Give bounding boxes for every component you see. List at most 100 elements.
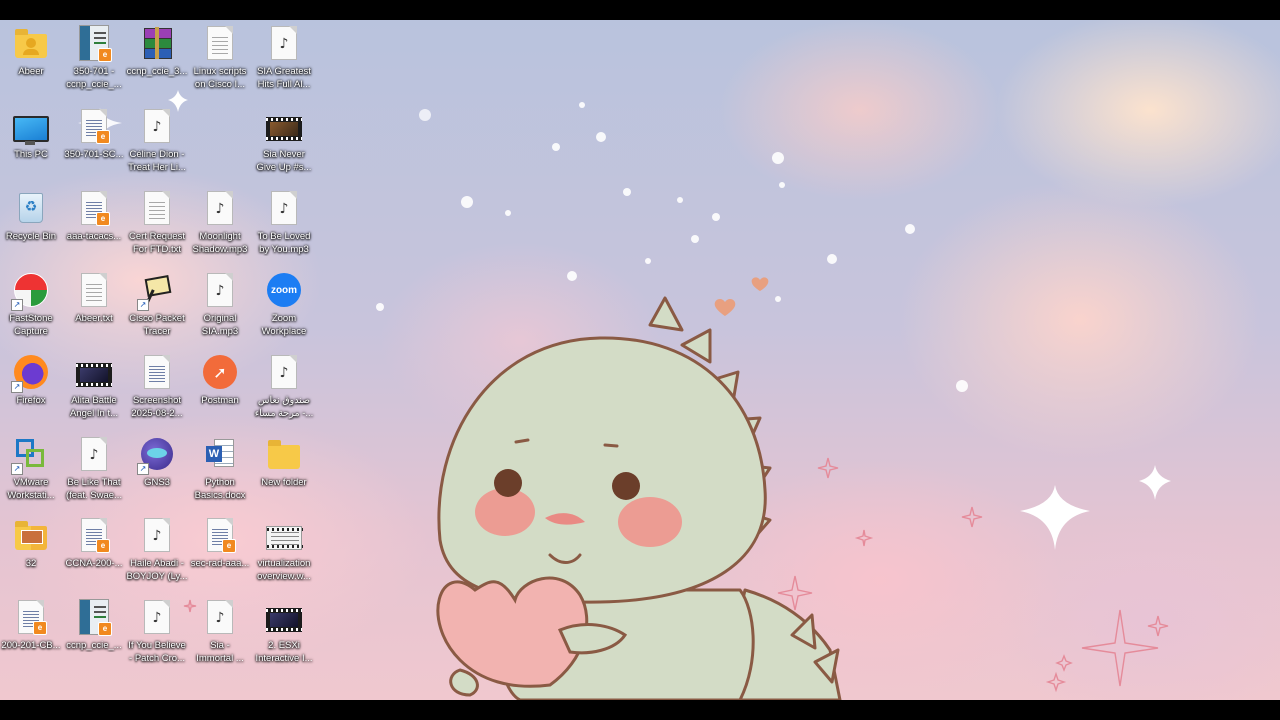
desktop-icon[interactable]: e CCNA-200-...: [63, 512, 125, 592]
pdf-document-icon: e: [81, 191, 110, 226]
desktop-wallpaper: Abeer e 350-701 - ccnp_ccie_... ccnp_ccie_3…: [0, 20, 1280, 700]
desktop-icon-image: [139, 353, 175, 391]
desktop-icon[interactable]: 2. ESXi Interactive I...: [253, 594, 315, 674]
desktop-icon-label: Postman: [201, 395, 239, 406]
music-file-icon: ♪: [271, 26, 297, 60]
music-file-icon: ♪: [207, 600, 233, 634]
desktop-icon-image: e: [76, 24, 112, 62]
desktop-icon[interactable]: ↗ Cisco Packet Tracer: [126, 267, 188, 347]
this-pc-icon: [13, 116, 49, 145]
desktop-icon[interactable]: Cert Request For FTD.txt: [126, 185, 188, 265]
desktop-icon-image: [266, 107, 302, 145]
desktop-icon[interactable]: ↗ VMware Workstati...: [0, 431, 62, 511]
desktop-icon[interactable]: ➚ Postman: [189, 349, 251, 429]
music-file-icon: ♪: [144, 600, 170, 634]
desktop-icon[interactable]: ♪ Original SIA.mp3: [189, 267, 251, 347]
desktop-icon-image: ♪: [266, 353, 302, 391]
pdf-document-icon: e: [81, 518, 110, 553]
desktop-icon[interactable]: e aaa-tacacs...: [63, 185, 125, 265]
desktop-icon-label: Sia Never Give Up #s...: [256, 149, 312, 173]
desktop-icon-image: ↗: [137, 435, 175, 475]
desktop-icon-label: GNS3: [144, 477, 170, 488]
desktop-icon[interactable]: ♪ Sia - Immortal ...: [189, 594, 251, 674]
desktop-icon[interactable]: e 200-201-CB...: [0, 594, 62, 674]
desktop-icon[interactable]: Alita Battle Angel In t...: [63, 349, 125, 429]
desktop-icon-label: Abeer.txt: [75, 313, 113, 324]
desktop-icon-image: e: [76, 107, 112, 145]
desktop-icon[interactable]: ♪ SIA Greatest Hits Full Al...: [253, 20, 315, 100]
desktop-icon-image: ♪: [139, 107, 175, 145]
desktop-icon-image: e: [76, 189, 112, 227]
desktop-icon-image: e: [202, 516, 238, 554]
desktop-icon[interactable]: e sec-rad-aaa...: [189, 512, 251, 592]
desktop-icon-label: Sia - Immortal ...: [196, 640, 244, 664]
desktop-icon-image: e: [76, 516, 112, 554]
pdf-document-icon: e: [18, 600, 47, 635]
desktop-icon[interactable]: ↗ GNS3: [126, 431, 188, 511]
desktop-icon[interactable]: ♪ Céline Dion - Treat Her Li...: [126, 103, 188, 183]
desktop-icon-label: virtualization overview.w...: [257, 558, 311, 582]
desktop-icon-label: 2. ESXi Interactive I...: [255, 640, 313, 664]
desktop-icon-image: W: [202, 435, 238, 473]
desktop-icon-label: To Be Loved by You.mp3: [257, 231, 311, 255]
desktop-icon[interactable]: Abeer.txt: [63, 267, 125, 347]
desktop-icon-image: ♪: [202, 598, 238, 636]
desktop-icon[interactable]: e ccnp_ccie_...: [63, 594, 125, 674]
desktop-icon[interactable]: ♪ Haile Abadi - BOYJOY (Ly...: [126, 512, 188, 592]
desktop-icon[interactable]: ↗ Firefox: [0, 349, 62, 429]
desktop-icon[interactable]: ccnp_ccie_3...: [126, 20, 188, 100]
desktop-icon[interactable]: Sia Never Give Up #s...: [253, 103, 315, 183]
desktop-icon[interactable]: e 350-701-SC...: [63, 103, 125, 183]
desktop-icon[interactable]: ♻ Recycle Bin: [0, 185, 62, 265]
desktop-icon[interactable]: e 350-701 - ccnp_ccie_...: [63, 20, 125, 100]
desktop-icon-image: [139, 189, 175, 227]
desktop-icon-image: ♻: [13, 189, 49, 227]
desktop-icon[interactable]: Abeer: [0, 20, 62, 100]
desktop-icon-label: Moonlight Shadow.mp3: [192, 231, 248, 255]
desktop-icon[interactable]: ♪ If You Believe - Patch Cro...: [126, 594, 188, 674]
desktop-icon-label: Firefox: [16, 395, 46, 406]
desktop-icon-label: Original SIA.mp3: [201, 313, 239, 337]
desktop-icon-label: Be Like That (feat. Swae...: [66, 477, 122, 501]
desktop-icon[interactable]: W Python Basics.docx: [189, 431, 251, 511]
desktop-icon-image: zoom: [266, 271, 302, 309]
desktop-icon[interactable]: New folder: [253, 431, 315, 511]
desktop-icon-image: [266, 598, 302, 636]
desktop-icon-image: ↗: [137, 271, 175, 311]
desktop-icon-label: Screenshot 2025-08-2...: [131, 395, 183, 419]
folder-icon: [15, 521, 47, 550]
pdf-document-icon: e: [81, 109, 110, 144]
desktop-icon[interactable]: Screenshot 2025-08-2...: [126, 349, 188, 429]
desktop-icon[interactable]: ♪ To Be Loved by You.mp3: [253, 185, 315, 265]
music-file-icon: ♪: [207, 191, 233, 225]
desktop-icon-label: 350-701-SC...: [64, 149, 124, 160]
letterbox-bottom: [0, 700, 1280, 720]
desktop-icon[interactable]: ↗ FastStone Capture: [0, 267, 62, 347]
desktop-icon[interactable]: 32: [0, 512, 62, 592]
desktop-icon-image: ↗: [11, 435, 49, 475]
music-file-icon: ♪: [271, 191, 297, 225]
desktop-icon-label: Cisco Packet Tracer: [129, 313, 185, 337]
desktop-icon-label: 200-201-CB...: [1, 640, 61, 651]
pdf-book-icon: e: [79, 599, 112, 636]
desktop-icon-image: [202, 24, 238, 62]
desktop-icon-image: ↗: [11, 353, 49, 393]
desktop-icon-image: ♪: [139, 598, 175, 636]
desktop-icon[interactable]: ♪ صندوق نعاس مرحة مساء -...: [253, 349, 315, 429]
letterbox-top: [0, 0, 1280, 20]
desktop-icon[interactable]: This PC: [0, 103, 62, 183]
desktop-icon-image: ➚: [202, 353, 238, 391]
music-file-icon: ♪: [271, 355, 297, 389]
desktop-icon-image: ♪: [139, 516, 175, 554]
user-folder-icon: [15, 29, 47, 58]
desktop-icon[interactable]: virtualization overview.w...: [253, 512, 315, 592]
desktop-icon[interactable]: zoom Zoom Workplace: [253, 267, 315, 347]
desktop-icon-label: aaa-tacacs...: [66, 231, 122, 242]
video-file-icon: [266, 608, 302, 632]
desktop-icon[interactable]: Linux scripts on Cisco I...: [189, 20, 251, 100]
desktop-icon-image: [266, 435, 302, 473]
recycle-bin-icon: ♻: [19, 193, 43, 223]
desktop-icon[interactable]: ♪ Be Like That (feat. Swae...: [63, 431, 125, 511]
desktop-icon[interactable]: ♪ Moonlight Shadow.mp3: [189, 185, 251, 265]
desktop-icon-image: e: [76, 598, 112, 636]
